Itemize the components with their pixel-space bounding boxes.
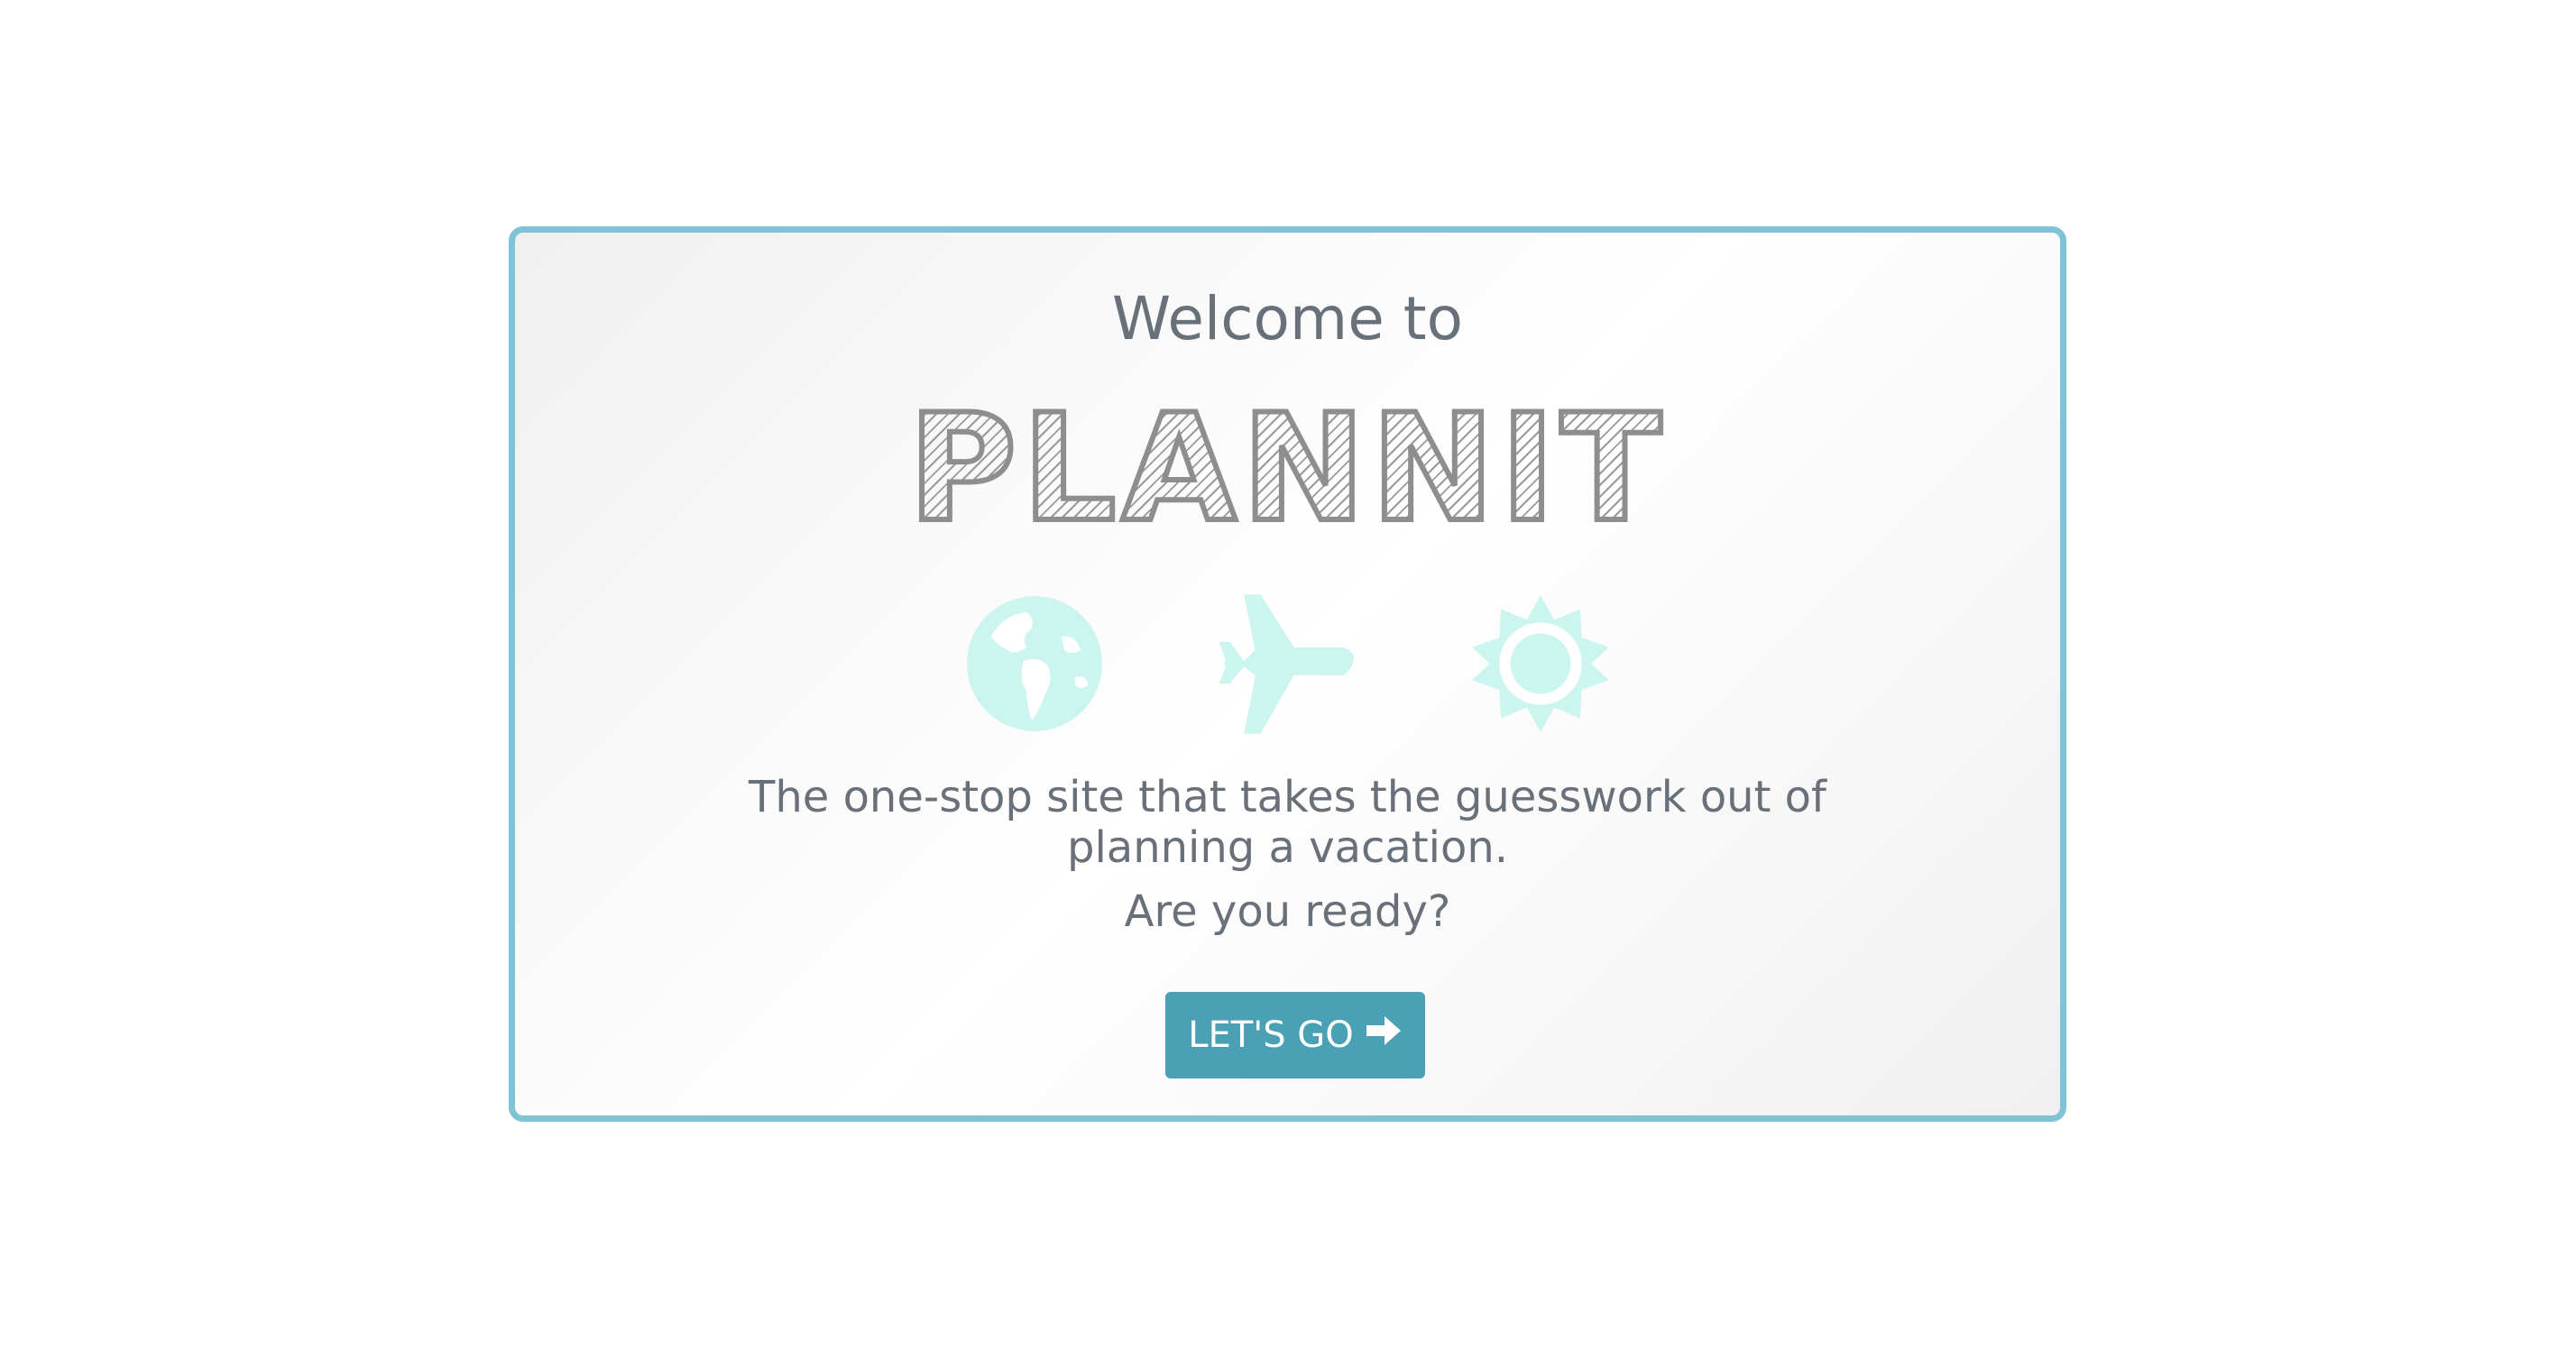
plannit-logo: PLANNIT (515, 382, 2060, 555)
lets-go-label: LET'S GO (1188, 1014, 1354, 1056)
tagline: The one-stop site that takes the guesswo… (749, 772, 1826, 873)
welcome-card: Welcome to PLANNIT The one-stop site tha… (509, 226, 2066, 1122)
logo-text: PLANNIT (906, 382, 1668, 555)
welcome-heading: Welcome to (1111, 284, 1464, 353)
arrow-right-icon (1366, 1014, 1403, 1056)
icon-row (515, 592, 2060, 736)
ready-question: Are you ready? (1124, 886, 1451, 937)
page: Welcome to PLANNIT The one-stop site tha… (0, 0, 2576, 1358)
lets-go-button[interactable]: LET'S GO (1165, 992, 1425, 1078)
sun-icon (1471, 595, 1609, 732)
globe-icon (966, 596, 1102, 731)
airplane-icon (1210, 593, 1364, 734)
